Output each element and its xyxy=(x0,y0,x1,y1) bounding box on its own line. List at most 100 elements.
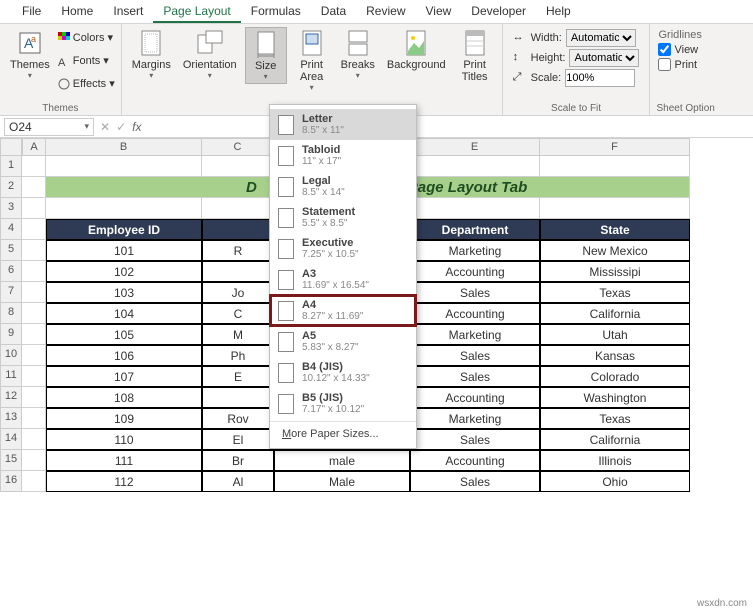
tab-formulas[interactable]: Formulas xyxy=(241,0,311,23)
table-cell[interactable]: Marketing xyxy=(410,324,540,345)
table-cell[interactable]: Rov xyxy=(202,408,274,429)
themes-button[interactable]: Aa Themes ▾ xyxy=(6,27,54,82)
effects-button[interactable]: Effects▾ xyxy=(58,73,115,94)
cell[interactable] xyxy=(22,366,46,387)
paper-size-statement[interactable]: Statement5.5" x 8.5" xyxy=(270,202,416,233)
table-cell[interactable]: 108 xyxy=(46,387,202,408)
cell[interactable] xyxy=(22,240,46,261)
cell[interactable] xyxy=(22,156,46,177)
cell[interactable] xyxy=(22,303,46,324)
paper-size-b4-jis-[interactable]: B4 (JIS)10.12" x 14.33" xyxy=(270,357,416,388)
table-cell[interactable]: Male xyxy=(274,471,410,492)
cell[interactable] xyxy=(22,198,46,219)
table-cell[interactable]: Br xyxy=(202,450,274,471)
tab-review[interactable]: Review xyxy=(356,0,415,23)
table-cell[interactable]: Sales xyxy=(410,282,540,303)
table-cell[interactable]: Accounting xyxy=(410,387,540,408)
paper-size-a5[interactable]: A55.83" x 8.27" xyxy=(270,326,416,357)
cell[interactable] xyxy=(46,156,202,177)
name-box[interactable]: O24▾ xyxy=(4,118,94,136)
table-cell[interactable]: 105 xyxy=(46,324,202,345)
table-cell[interactable]: Illinois xyxy=(540,450,690,471)
table-cell[interactable]: 112 xyxy=(46,471,202,492)
cell[interactable] xyxy=(540,156,690,177)
table-cell[interactable]: Sales xyxy=(410,366,540,387)
table-header[interactable]: Department xyxy=(410,219,540,240)
print-checkbox[interactable]: Print xyxy=(658,58,712,71)
row-header[interactable]: 7 xyxy=(0,282,22,303)
table-cell[interactable]: 109 xyxy=(46,408,202,429)
table-cell[interactable]: E xyxy=(202,366,274,387)
cell[interactable] xyxy=(410,198,540,219)
row-header[interactable]: 10 xyxy=(0,345,22,366)
table-cell[interactable]: Sales xyxy=(410,429,540,450)
table-header[interactable]: State xyxy=(540,219,690,240)
cell[interactable] xyxy=(22,450,46,471)
cell[interactable] xyxy=(46,198,202,219)
fx-icon[interactable]: fx xyxy=(132,120,141,134)
table-cell[interactable]: 103 xyxy=(46,282,202,303)
table-cell[interactable]: El xyxy=(202,429,274,450)
cell[interactable] xyxy=(22,324,46,345)
table-cell[interactable]: California xyxy=(540,303,690,324)
table-cell[interactable]: California xyxy=(540,429,690,450)
table-cell[interactable]: New Mexico xyxy=(540,240,690,261)
table-cell[interactable] xyxy=(202,261,274,282)
scale-input[interactable] xyxy=(565,69,635,87)
table-header[interactable] xyxy=(202,219,274,240)
cell[interactable] xyxy=(22,345,46,366)
table-cell[interactable]: Texas xyxy=(540,408,690,429)
tab-insert[interactable]: Insert xyxy=(103,0,153,23)
select-all-corner[interactable] xyxy=(0,138,22,156)
margins-button[interactable]: Margins▾ xyxy=(128,27,175,82)
fx-cancel[interactable]: ✕ xyxy=(100,120,110,134)
table-cell[interactable]: 110 xyxy=(46,429,202,450)
print-titles-button[interactable]: Print Titles xyxy=(454,27,496,85)
view-checkbox[interactable]: View xyxy=(658,43,712,56)
paper-size-a4[interactable]: A48.27" x 11.69" xyxy=(270,295,416,326)
table-cell[interactable]: Marketing xyxy=(410,240,540,261)
table-cell[interactable]: 106 xyxy=(46,345,202,366)
fx-confirm[interactable]: ✓ xyxy=(116,120,126,134)
tab-developer[interactable]: Developer xyxy=(461,0,536,23)
table-cell[interactable]: M xyxy=(202,324,274,345)
fonts-button[interactable]: AFonts▾ xyxy=(58,50,115,71)
table-cell[interactable]: Utah xyxy=(540,324,690,345)
table-cell[interactable]: 111 xyxy=(46,450,202,471)
size-button[interactable]: Size▾ xyxy=(245,27,287,84)
cell[interactable] xyxy=(540,198,690,219)
cell[interactable] xyxy=(202,156,274,177)
tab-page-layout[interactable]: Page Layout xyxy=(153,0,240,23)
row-header[interactable]: 16 xyxy=(0,471,22,492)
background-button[interactable]: Background xyxy=(383,27,450,73)
col-header-A[interactable]: A xyxy=(22,138,46,156)
row-header[interactable]: 13 xyxy=(0,408,22,429)
row-header[interactable]: 15 xyxy=(0,450,22,471)
more-paper-sizes[interactable]: More Paper Sizes... xyxy=(270,421,416,444)
cell[interactable] xyxy=(410,156,540,177)
breaks-button[interactable]: Breaks▾ xyxy=(337,27,379,82)
paper-size-legal[interactable]: Legal8.5" x 14" xyxy=(270,171,416,202)
row-header[interactable]: 2 xyxy=(0,177,22,198)
tab-data[interactable]: Data xyxy=(311,0,356,23)
table-header[interactable]: Employee ID xyxy=(46,219,202,240)
cell[interactable] xyxy=(22,387,46,408)
row-header[interactable]: 5 xyxy=(0,240,22,261)
cell[interactable] xyxy=(22,282,46,303)
cell[interactable] xyxy=(22,408,46,429)
colors-button[interactable]: Colors▾ xyxy=(58,27,115,48)
paper-size-b5-jis-[interactable]: B5 (JIS)7.17" x 10.12" xyxy=(270,388,416,419)
table-cell[interactable] xyxy=(202,387,274,408)
table-cell[interactable]: 107 xyxy=(46,366,202,387)
paper-size-executive[interactable]: Executive7.25" x 10.5" xyxy=(270,233,416,264)
table-cell[interactable]: Accounting xyxy=(410,303,540,324)
table-cell[interactable]: male xyxy=(274,450,410,471)
table-cell[interactable]: Texas xyxy=(540,282,690,303)
row-header[interactable]: 6 xyxy=(0,261,22,282)
cell[interactable] xyxy=(202,198,274,219)
cell[interactable] xyxy=(22,261,46,282)
table-cell[interactable]: Accounting xyxy=(410,261,540,282)
table-cell[interactable]: Ph xyxy=(202,345,274,366)
table-cell[interactable]: C xyxy=(202,303,274,324)
tab-file[interactable]: File xyxy=(12,0,51,23)
